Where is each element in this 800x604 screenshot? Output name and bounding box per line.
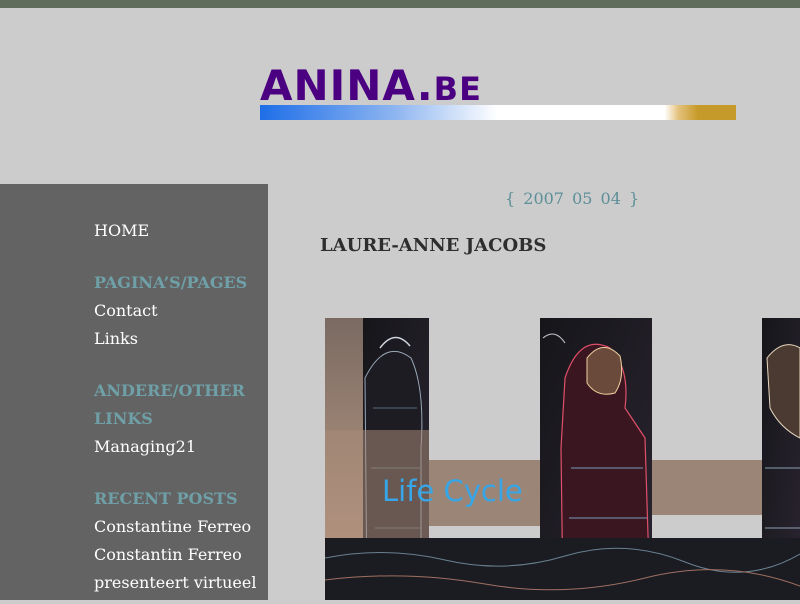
nav-home[interactable]: HOME (94, 221, 149, 240)
post-title[interactable]: LAURE-ANNE JACOBS (320, 235, 546, 256)
top-bar (0, 0, 800, 8)
post-artwork-image: Life Cycle (324, 318, 800, 601)
post-date: { 2007 05 04 } (505, 189, 640, 208)
recent-post-link[interactable]: Constantin Ferreo (94, 545, 242, 564)
other-links-heading-line2: LINKS (94, 409, 153, 428)
logo-text: ANINA.BE (260, 64, 482, 111)
logo-main: ANINA. (260, 61, 434, 110)
logo-suffix: BE (433, 70, 482, 108)
logo-gradient-bar (260, 105, 736, 120)
recent-post-link[interactable]: presenteert virtueel (94, 573, 256, 592)
nav-links[interactable]: Links (94, 329, 138, 348)
life-cycle-caption: Life Cycle (382, 474, 523, 508)
site-logo[interactable]: ANINA.BE (260, 62, 736, 122)
nav-contact[interactable]: Contact (94, 301, 158, 320)
other-links-heading: ANDERE/OTHER (94, 381, 245, 400)
pages-heading: PAGINA’S/PAGES (94, 273, 248, 292)
sidebar: HOME PAGINA’S/PAGES Contact Links ANDERE… (0, 184, 268, 600)
recent-posts-heading: RECENT POSTS (94, 489, 238, 508)
nav-managing21[interactable]: Managing21 (94, 437, 196, 456)
recent-post-link[interactable]: Constantine Ferreo (94, 517, 251, 536)
